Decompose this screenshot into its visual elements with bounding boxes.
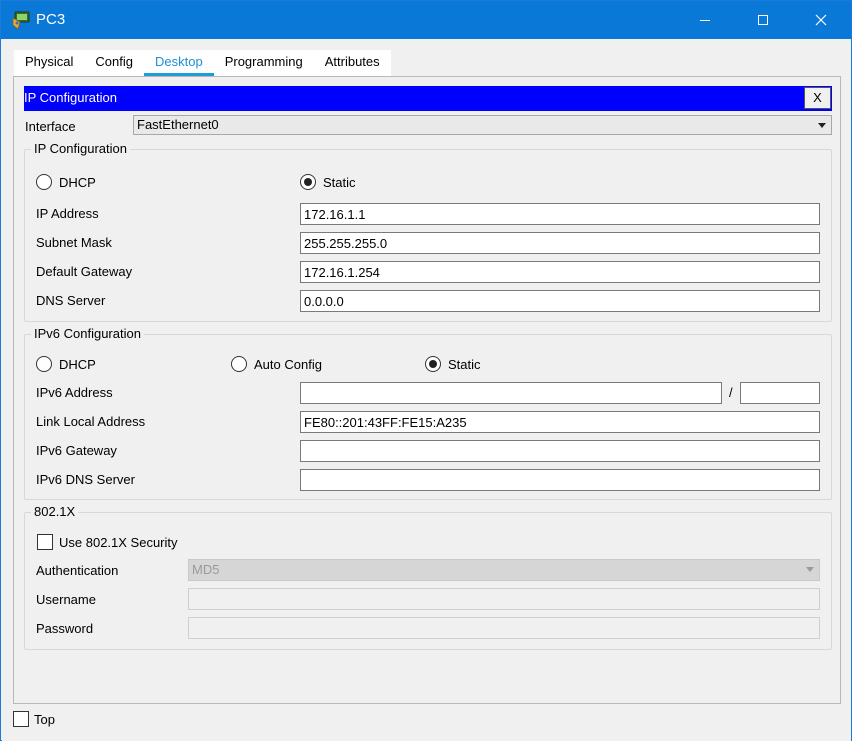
use-8021x-security-checkbox[interactable] <box>37 534 53 550</box>
password-input[interactable] <box>188 617 820 639</box>
tab-strip: Physical Config Desktop Programming Attr… <box>14 50 391 76</box>
default-gateway-input[interactable] <box>300 261 820 283</box>
ipv6-dns-server-input[interactable] <box>300 469 820 491</box>
chevron-down-icon <box>818 123 826 128</box>
dns-server-input[interactable] <box>300 290 820 312</box>
use-8021x-security-label: Use 802.1X Security <box>59 535 178 550</box>
close-window-button[interactable] <box>792 1 850 39</box>
interface-label: Interface <box>25 119 76 134</box>
dot1x-group-title: 802.1X <box>31 504 79 519</box>
ipv6-configuration-group-title: IPv6 Configuration <box>31 326 144 341</box>
authentication-value: MD5 <box>192 562 220 577</box>
dns-server-label: DNS Server <box>36 293 106 308</box>
interface-select[interactable]: FastEthernet0 <box>133 115 832 135</box>
ipv6-address-input[interactable] <box>300 382 722 404</box>
ip-address-input[interactable] <box>300 203 820 225</box>
username-label: Username <box>36 592 96 607</box>
minimize-icon <box>700 20 710 21</box>
maximize-icon <box>758 15 768 25</box>
close-icon <box>815 14 827 26</box>
ipv4-dhcp-label: DHCP <box>59 174 96 190</box>
ipv6-static-radio[interactable]: Static <box>425 356 481 372</box>
ip-config-close-button[interactable]: X <box>804 87 831 109</box>
ipv6-configuration-group: IPv6 Configuration DHCP Auto Config Stat… <box>24 326 832 500</box>
authentication-select[interactable]: MD5 <box>188 559 820 581</box>
tab-config[interactable]: Config <box>84 50 144 76</box>
radio-selected-icon <box>425 356 441 372</box>
ipv4-static-radio[interactable]: Static <box>300 174 356 190</box>
radio-selected-icon <box>300 174 316 190</box>
ipv6-static-label: Static <box>448 356 481 372</box>
ipv6-auto-config-radio[interactable]: Auto Config <box>231 356 322 372</box>
radio-circle-icon <box>231 356 247 372</box>
prefix-separator: / <box>729 385 733 400</box>
tab-desktop[interactable]: Desktop <box>144 50 214 76</box>
ip-configuration-group: IP Configuration DHCP Static IP Address … <box>24 141 832 322</box>
top-checkbox[interactable] <box>13 711 29 727</box>
ipv6-dhcp-radio[interactable]: DHCP <box>36 356 96 372</box>
pc3-window: PC3 Physical Config Desktop Programming … <box>0 0 852 741</box>
ipv6-dns-server-label: IPv6 DNS Server <box>36 472 135 487</box>
window-title: PC3 <box>36 11 66 28</box>
ipv6-gateway-input[interactable] <box>300 440 820 462</box>
password-label: Password <box>36 621 94 636</box>
ipv6-auto-config-label: Auto Config <box>254 356 322 372</box>
top-label: Top <box>34 712 55 727</box>
content-area: Physical Config Desktop Programming Attr… <box>2 39 851 741</box>
ipv6-dhcp-label: DHCP <box>59 356 96 372</box>
ip-config-titlebar: IP Configuration X <box>24 86 832 111</box>
ip-configuration-group-title: IP Configuration <box>31 141 130 156</box>
tab-attributes[interactable]: Attributes <box>314 50 391 76</box>
tab-physical[interactable]: Physical <box>14 50 84 76</box>
ipv6-prefix-input[interactable] <box>740 382 820 404</box>
username-input[interactable] <box>188 588 820 610</box>
radio-circle-icon <box>36 174 52 190</box>
minimize-button[interactable] <box>676 1 734 39</box>
default-gateway-label: Default Gateway <box>36 264 133 279</box>
dot1x-group: 802.1X Use 802.1X Security Authenticatio… <box>24 504 832 650</box>
subnet-mask-label: Subnet Mask <box>36 235 112 250</box>
title-bar[interactable]: PC3 <box>1 1 851 39</box>
radio-circle-icon <box>36 356 52 372</box>
link-local-address-label: Link Local Address <box>36 414 146 429</box>
ipv6-address-label: IPv6 Address <box>36 385 113 400</box>
ipv4-dhcp-radio[interactable]: DHCP <box>36 174 96 190</box>
link-local-address-input[interactable] <box>300 411 820 433</box>
tab-programming[interactable]: Programming <box>214 50 314 76</box>
interface-value: FastEthernet0 <box>137 117 219 132</box>
chevron-down-icon <box>806 567 814 572</box>
ipv6-gateway-label: IPv6 Gateway <box>36 443 117 458</box>
maximize-button[interactable] <box>734 1 792 39</box>
subnet-mask-input[interactable] <box>300 232 820 254</box>
ip-address-label: IP Address <box>36 206 99 221</box>
desktop-panel: IP Configuration X Interface FastEtherne… <box>13 76 841 704</box>
ip-config-title: IP Configuration <box>24 90 117 105</box>
ipv4-static-label: Static <box>323 174 356 190</box>
authentication-label: Authentication <box>36 563 119 578</box>
packet-tracer-pc-icon <box>12 11 30 30</box>
